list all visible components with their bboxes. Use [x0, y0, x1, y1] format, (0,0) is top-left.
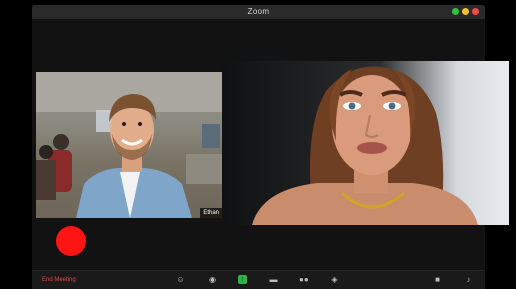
participant-video-tile[interactable]: Ethan: [36, 72, 222, 218]
window-controls: [452, 8, 479, 15]
video-icon[interactable]: ■: [433, 275, 442, 284]
window-title: Zoom: [247, 7, 270, 16]
participant-name-label: Ethan: [200, 208, 222, 218]
microphone-icon[interactable]: ♪: [464, 275, 473, 284]
record-icon[interactable]: ◉: [208, 275, 217, 284]
participants-icon[interactable]: ●●: [299, 275, 309, 284]
end-meeting-button[interactable]: End Meeting: [42, 276, 76, 284]
share-screen-icon[interactable]: ↑: [238, 275, 247, 284]
screen: Zoom Ethan End Meeting ☺ ◉ ↑ ▬ ●● ◈ ■ ♪: [0, 0, 516, 289]
title-bar[interactable]: Zoom: [32, 5, 485, 19]
meeting-toolbar: End Meeting ☺ ◉ ↑ ▬ ●● ◈ ■ ♪: [32, 270, 485, 289]
chat-icon[interactable]: ▬: [269, 275, 278, 284]
reactions-icon[interactable]: ☺: [176, 275, 185, 284]
participant-video-woman: [252, 66, 478, 225]
close-button[interactable]: [472, 8, 479, 15]
security-icon[interactable]: ◈: [330, 275, 339, 284]
maximize-button[interactable]: [452, 8, 459, 15]
minimize-button[interactable]: [462, 8, 469, 15]
participant-video-man: [36, 72, 222, 218]
active-speaker-video-tile[interactable]: [222, 61, 509, 225]
zoom-window: Zoom Ethan End Meeting ☺ ◉ ↑ ▬ ●● ◈ ■ ♪: [32, 5, 509, 289]
record-indicator-dot: [56, 226, 86, 256]
